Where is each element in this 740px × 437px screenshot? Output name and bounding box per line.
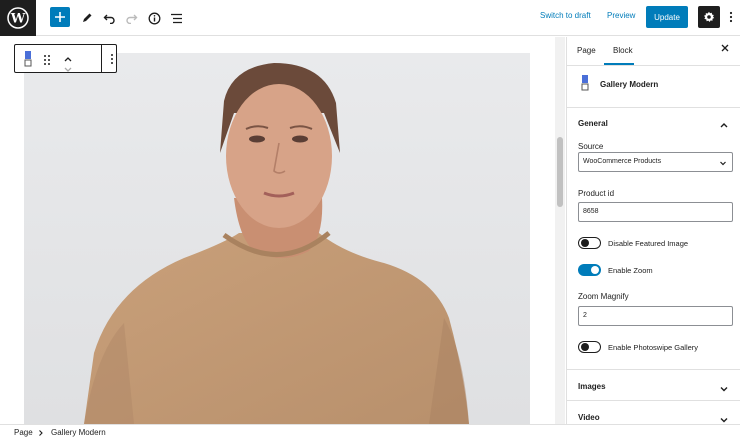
drag-handle[interactable]	[43, 53, 51, 71]
zoom-magnify-input[interactable]: 2	[578, 306, 733, 326]
general-panel-title[interactable]: General	[578, 119, 608, 128]
toggle-knob	[580, 238, 589, 247]
toggle-knob	[580, 342, 589, 351]
source-label: Source	[578, 142, 604, 151]
enable-zoom-label: Enable Zoom	[608, 266, 653, 275]
update-button[interactable]: Update	[646, 6, 688, 28]
redo-icon	[125, 14, 137, 24]
preview-button[interactable]: Preview	[607, 11, 635, 20]
block-toolbar	[14, 44, 117, 73]
canvas-scrollbar[interactable]	[555, 37, 565, 424]
gear-icon	[704, 11, 715, 22]
switch-to-draft-button[interactable]: Switch to draft	[540, 11, 591, 20]
chevron-down-icon	[64, 67, 72, 72]
zoom-magnify-label: Zoom Magnify	[578, 292, 629, 301]
settings-button[interactable]	[698, 6, 720, 28]
toggle-knob	[591, 266, 599, 274]
settings-sidebar: Page Block Gallery Modern General Source…	[566, 37, 740, 424]
block-type-button[interactable]	[23, 50, 33, 73]
undo-button[interactable]	[97, 6, 121, 30]
chevron-down-icon[interactable]	[719, 412, 729, 423]
editor-header: W Switch to draft Preview Update	[0, 0, 740, 36]
tab-active-indicator	[604, 63, 634, 65]
tools-button[interactable]	[75, 6, 99, 30]
editor-canvas[interactable]	[0, 37, 554, 424]
video-panel-title[interactable]: Video	[578, 413, 600, 422]
drag-handle-icon	[44, 55, 50, 65]
details-button[interactable]	[142, 6, 166, 30]
chevron-right-icon	[39, 430, 43, 436]
block-options-button[interactable]	[110, 52, 114, 70]
breadcrumb-current[interactable]: Gallery Modern	[51, 428, 106, 437]
product-photo	[24, 53, 530, 424]
breadcrumb: Page Gallery Modern	[0, 424, 740, 437]
toolbar-separator	[101, 45, 102, 72]
tab-page[interactable]: Page	[577, 46, 596, 55]
disable-featured-image-toggle[interactable]	[578, 237, 601, 249]
chevron-down-icon	[720, 161, 726, 166]
sidebar-tabs: Page Block	[567, 37, 740, 66]
vertical-ellipsis-icon	[111, 54, 113, 64]
disable-featured-image-label: Disable Featured Image	[608, 239, 689, 248]
images-panel-title[interactable]: Images	[578, 382, 606, 391]
vertical-ellipsis-icon	[729, 11, 733, 23]
undo-icon	[103, 14, 115, 24]
breadcrumb-root[interactable]: Page	[14, 428, 33, 437]
gallery-block-icon	[580, 74, 590, 97]
close-icon	[721, 44, 729, 52]
photoswipe-label: Enable Photoswipe Gallery	[608, 343, 699, 352]
canvas-scrollbar-thumb[interactable]	[557, 137, 563, 207]
chevron-down-icon[interactable]	[719, 381, 729, 392]
source-select[interactable]: WooCommerce Products	[578, 152, 733, 172]
info-icon	[148, 12, 160, 24]
block-title: Gallery Modern	[600, 80, 659, 89]
panel-divider	[567, 369, 740, 370]
product-id-input[interactable]: 8658	[578, 202, 733, 222]
tab-block[interactable]: Block	[613, 46, 633, 55]
gallery-block-icon	[24, 51, 32, 67]
chevron-up-icon[interactable]	[719, 117, 729, 128]
move-down-button[interactable]	[63, 60, 73, 78]
wordpress-logo-icon[interactable]: W	[0, 0, 36, 36]
close-sidebar-button[interactable]	[720, 43, 730, 56]
options-button[interactable]	[724, 6, 738, 28]
plus-icon	[55, 12, 65, 22]
photoswipe-toggle[interactable]	[578, 341, 601, 353]
block-card: Gallery Modern	[567, 66, 740, 108]
list-view-icon	[170, 13, 182, 23]
list-view-button[interactable]	[164, 6, 188, 30]
source-select-value: WooCommerce Products	[583, 158, 662, 165]
pencil-icon	[83, 13, 92, 22]
redo-button[interactable]	[119, 6, 143, 30]
enable-zoom-toggle[interactable]	[578, 264, 601, 276]
panel-divider	[567, 400, 740, 401]
svg-text:W: W	[10, 12, 26, 27]
add-block-button[interactable]	[50, 7, 70, 27]
gallery-image[interactable]	[24, 53, 530, 424]
product-id-label: Product id	[578, 189, 615, 198]
